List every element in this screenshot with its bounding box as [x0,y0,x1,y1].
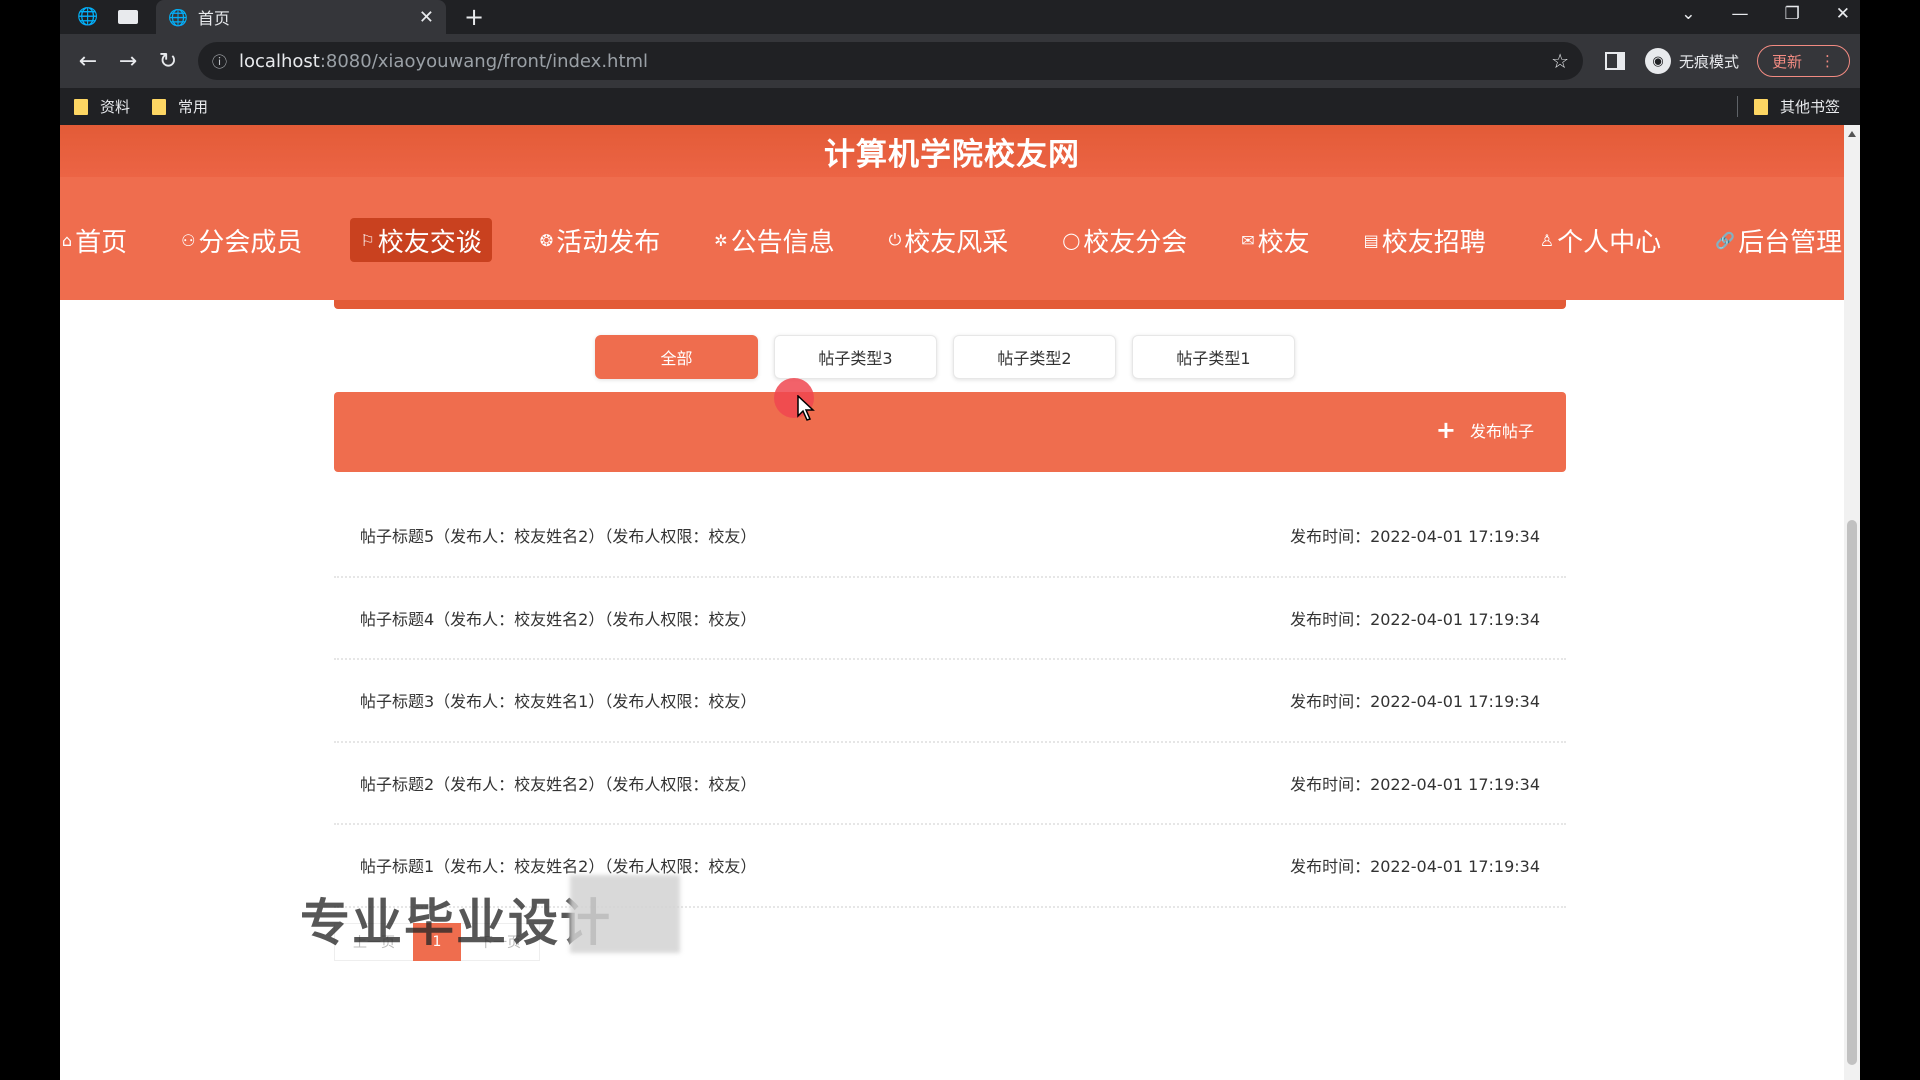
post-time: 发布时间：2022-04-01 17:19:34 [1290,692,1540,712]
url-text: localhost:8080/xiaoyouwang/front/index.h… [239,50,649,72]
folder-icon [152,98,167,115]
post-time: 发布时间：2022-04-01 17:19:34 [1290,774,1540,794]
post-title[interactable]: 帖子标题3（发布人：校友姓名1）（发布人权限：校友） [360,688,1290,712]
power-icon: ⏻ [888,230,902,249]
user-icon: ♙ [1539,230,1555,250]
post-title[interactable]: 帖子标题5（发布人：校友姓名2）（发布人权限：校友） [360,523,1290,547]
nav-recruit[interactable]: ▤ 校友招聘 [1358,218,1492,262]
update-label: 更新 [1772,52,1803,71]
globe-icon[interactable]: 🌐 [74,3,102,31]
other-bookmarks[interactable]: 其他书签 [1736,96,1840,117]
post-type-filters: 全部 帖子类型3 帖子类型2 帖子类型1 [595,335,1295,379]
section-strip [334,300,1566,309]
mouse-cursor-icon [797,395,815,421]
post-title[interactable]: 帖子标题1（发布人：校友姓名2）（发布人权限：校友） [360,853,1290,877]
tab-search-icon[interactable]: ⌄ [1681,4,1695,24]
post-time: 发布时间：2022-04-01 17:19:34 [1290,609,1540,629]
menu-dots-icon: ⋮ [1820,52,1836,70]
nav-profile[interactable]: ♙ 个人中心 [1534,218,1667,262]
document-icon: ▤ [1363,230,1379,250]
tab-globe-icon: 🌐 [168,7,188,27]
scroll-up-icon[interactable] [1848,131,1856,137]
scrollbar[interactable] [1844,125,1860,1080]
publish-label: 发布帖子 [1469,422,1534,441]
nav-alumni[interactable]: ✉ 校友 [1235,218,1315,262]
nav-talk[interactable]: ⚐ 校友交谈 [350,218,492,262]
browser-tab[interactable]: 🌐 首页 ✕ [156,0,446,34]
window-controls: ⌄ — ❐ ✕ [1681,0,1850,28]
nav-members[interactable]: ⚇ 分会成员 [175,218,308,262]
group-icon: ⚇ [181,230,196,250]
link-icon: 🔗 [1715,230,1736,250]
close-tab-icon[interactable]: ✕ [419,7,434,28]
scrollbar-thumb[interactable] [1847,520,1857,1065]
bookmark-folder[interactable]: 资料 [74,96,130,117]
nav-home[interactable]: ⌂ 首页 [60,218,133,262]
post-time: 发布时间：2022-04-01 17:19:34 [1290,527,1540,547]
home-icon: ⌂ [61,230,73,250]
post-title[interactable]: 帖子标题2（发布人：校友姓名2）（发布人权限：校友） [360,771,1290,795]
main-nav: ⌂ 首页 ⚇ 分会成员 ⚐ 校友交谈 ❂ 活动发布 ✲ 公告信息 ⏻ 校友风采 ◯ 校友分会 … [60,217,1844,263]
list-item[interactable]: 帖子标题3（发布人：校友姓名1）（发布人权限：校友） 发布时间：2022-04-… [334,660,1566,743]
watermark: 专业毕业设计 [300,894,612,952]
folder-icon [1753,98,1768,115]
side-panel-icon[interactable] [1605,52,1625,70]
notice-icon: ✲ [714,230,728,250]
browser-chrome: 🌐 🌐 首页 ✕ + ⌄ — ❐ ✕ ← → ↻ ⓘ localhost:808… [60,0,1860,125]
bookmarks-bar: 资料 常用 其他书签 [60,88,1860,125]
close-window-icon[interactable]: ✕ [1836,4,1850,24]
tab-title: 首页 [197,9,230,28]
filter-all[interactable]: 全部 [595,335,758,379]
flag-icon: ⚐ [360,230,375,250]
circle-icon: ◯ [1062,230,1081,250]
incognito-indicator[interactable]: ◉ 无痕模式 [1645,48,1739,74]
incognito-icon: ◉ [1645,48,1671,74]
forward-icon[interactable]: → [108,49,148,74]
site-title: 计算机学院校友网 [824,136,1080,173]
site-title-bar: 计算机学院校友网 [60,125,1844,177]
filter-type1[interactable]: 帖子类型1 [1132,335,1295,379]
site-header: 计算机学院校友网 ⌂ 首页 ⚇ 分会成员 ⚐ 校友交谈 ❂ 活动发布 ✲ 公告信息 ⏻ 校友… [60,125,1844,300]
incognito-label: 无痕模式 [1679,52,1740,71]
address-bar[interactable]: ⓘ localhost:8080/xiaoyouwang/front/index… [198,42,1583,80]
minimize-icon[interactable]: — [1732,4,1749,24]
bookmark-star-icon[interactable]: ☆ [1551,49,1569,73]
blurred-overlay [570,875,680,953]
filter-type3[interactable]: 帖子类型3 [774,335,937,379]
mail-icon: ✉ [1241,230,1255,250]
new-tab-icon[interactable]: + [460,3,488,31]
bookmark-folder[interactable]: 常用 [152,96,208,117]
window-icon[interactable] [114,3,142,31]
nav-notices[interactable]: ✲ 公告信息 [708,218,840,262]
reload-icon[interactable]: ↻ [148,49,188,74]
site-info-icon[interactable]: ⓘ [212,51,227,72]
nav-showcase[interactable]: ⏻ 校友风采 [883,218,1015,262]
nav-admin[interactable]: 🔗 后台管理 [1709,218,1848,262]
publish-post-button[interactable]: + 发布帖子 [1436,418,1534,442]
folder-icon [74,98,88,115]
post-list: 帖子标题5（发布人：校友姓名2）（发布人权限：校友） 发布时间：2022-04-… [334,495,1566,908]
activity-icon: ❂ [539,230,554,250]
nav-branches[interactable]: ◯ 校友分会 [1056,218,1193,262]
page-viewport: 计算机学院校友网 ⌂ 首页 ⚇ 分会成员 ⚐ 校友交谈 ❂ 活动发布 ✲ 公告信息 ⏻ 校友… [60,125,1860,1080]
address-row: ← → ↻ ⓘ localhost:8080/xiaoyouwang/front… [60,34,1860,88]
tab-bar: 🌐 🌐 首页 ✕ + ⌄ — ❐ ✕ [60,0,1860,34]
plus-icon: + [1435,416,1456,444]
publish-bar: + 发布帖子 [334,392,1566,472]
list-item[interactable]: 帖子标题5（发布人：校友姓名2）（发布人权限：校友） 发布时间：2022-04-… [334,495,1566,578]
back-icon[interactable]: ← [68,49,108,74]
list-item[interactable]: 帖子标题4（发布人：校友姓名2）（发布人权限：校友） 发布时间：2022-04-… [334,578,1566,660]
restore-icon[interactable]: ❐ [1785,4,1800,24]
nav-activities[interactable]: ❂ 活动发布 [534,218,666,262]
post-title[interactable]: 帖子标题4（发布人：校友姓名2）（发布人权限：校友） [360,606,1290,630]
list-item[interactable]: 帖子标题2（发布人：校友姓名2）（发布人权限：校友） 发布时间：2022-04-… [334,743,1566,825]
filter-type2[interactable]: 帖子类型2 [953,335,1116,379]
post-time: 发布时间：2022-04-01 17:19:34 [1290,857,1540,877]
update-button[interactable]: 更新 ⋮ [1757,45,1851,77]
